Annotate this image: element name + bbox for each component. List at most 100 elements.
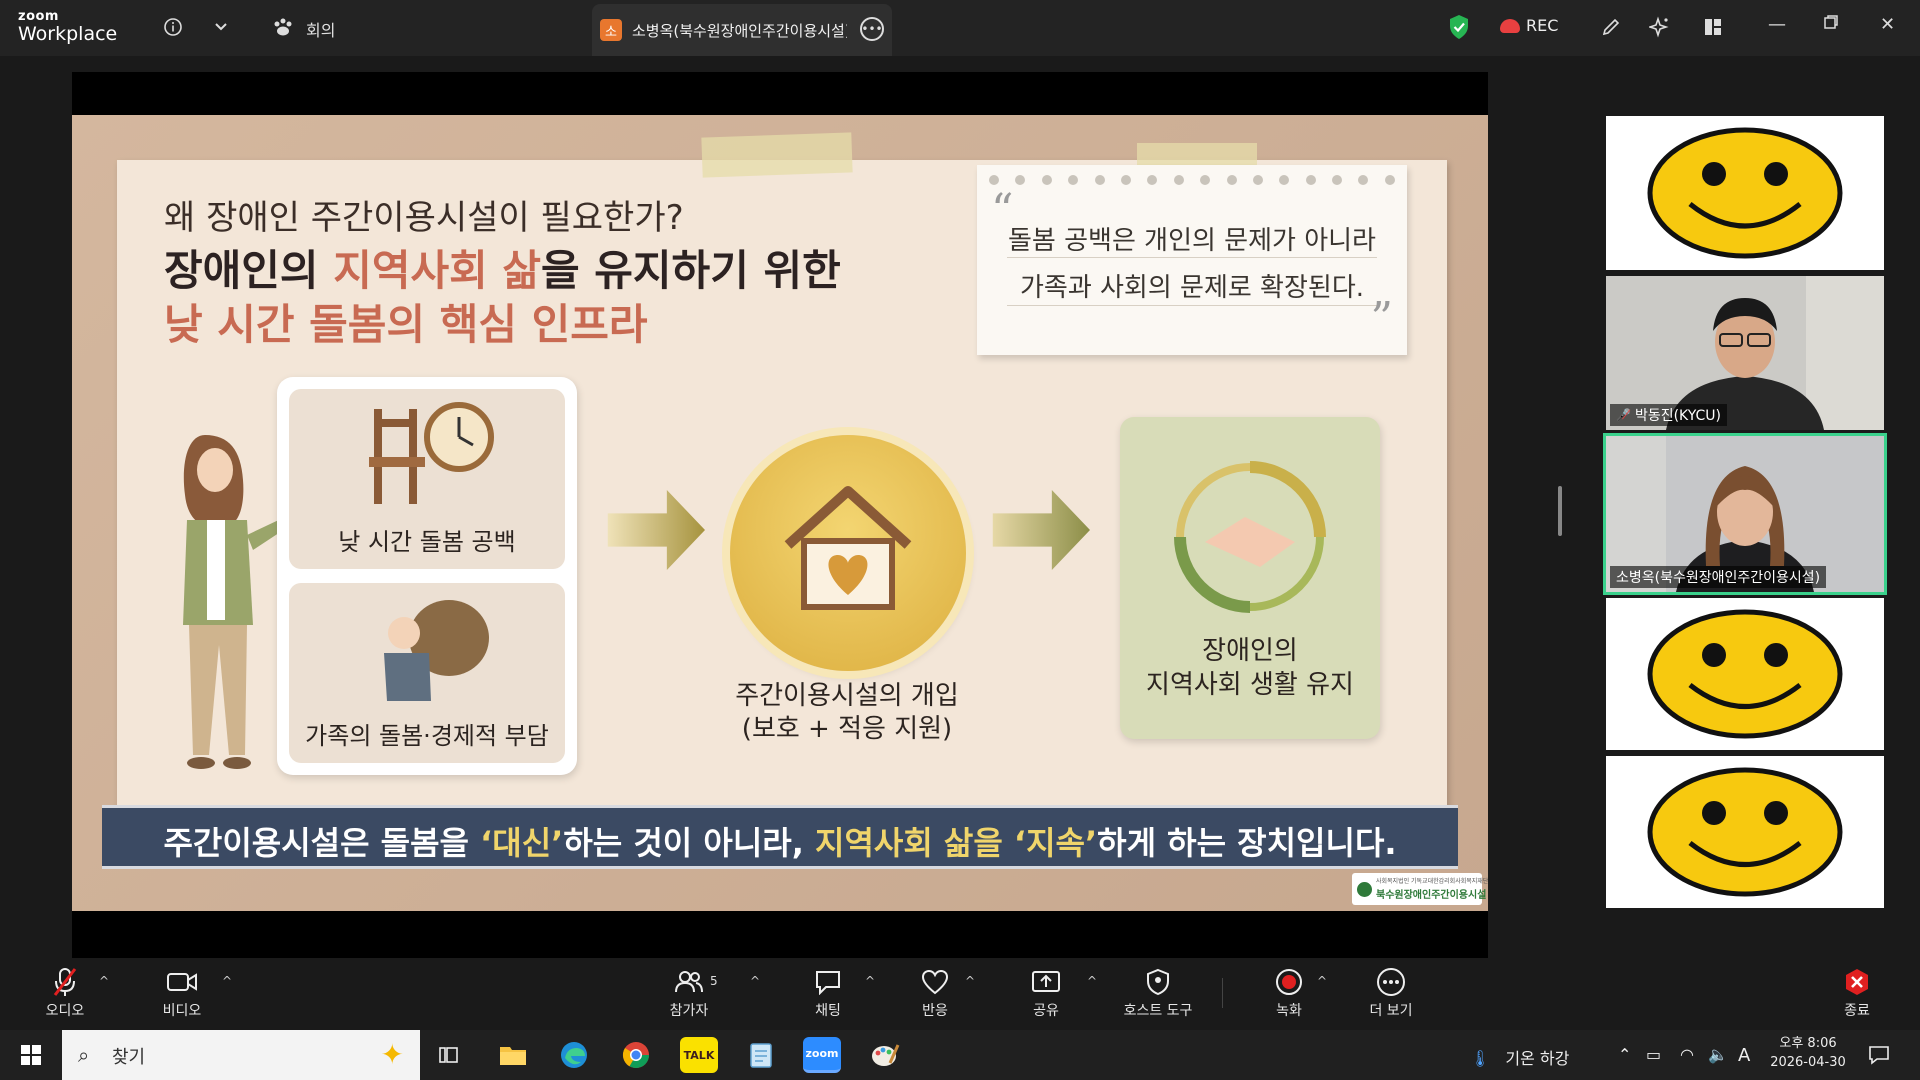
minimize-icon[interactable]: — bbox=[1768, 14, 1786, 35]
banner-part: 주간이용시설은 돌봄을 bbox=[163, 824, 481, 862]
video-button[interactable]: 비디오 bbox=[137, 966, 227, 1020]
share-tab-badge: 소 bbox=[600, 19, 622, 41]
participant-tile[interactable] bbox=[1606, 756, 1884, 908]
more-options-icon[interactable]: ••• bbox=[860, 17, 884, 41]
file-explorer-icon[interactable] bbox=[494, 1037, 532, 1073]
headline-part: 장애인의 bbox=[164, 246, 334, 295]
participant-tile-active-speaker[interactable]: 소병옥(북수원장애인주간이용시설) bbox=[1603, 433, 1887, 595]
quote-rule bbox=[1007, 305, 1377, 306]
share-tab-title: 소병옥(북수원장애인주간이용시설) bbox=[632, 22, 847, 40]
intervention-line-1: 주간이용시설의 개입 bbox=[735, 681, 959, 711]
copilot-sparkle-icon: ✦ bbox=[380, 1038, 404, 1071]
wifi-icon[interactable]: ◠ bbox=[1680, 1045, 1694, 1064]
tray-overflow-chevron-icon[interactable]: ⌃ bbox=[1618, 1045, 1631, 1064]
active-share-tab[interactable]: 소 소병옥(북수원장애인주간이용시설) ••• bbox=[592, 4, 892, 56]
host-shield-icon bbox=[1112, 966, 1204, 998]
taskbar-clock[interactable]: 오후 8:06 2026-04-30 bbox=[1768, 1035, 1848, 1073]
brand-small: zoom bbox=[18, 9, 59, 24]
participant-tile[interactable] bbox=[1606, 598, 1884, 750]
kakaotalk-icon[interactable]: TALK bbox=[680, 1037, 718, 1073]
chat-bubble-icon bbox=[783, 966, 873, 998]
record-options-caret-icon[interactable]: ^ bbox=[1317, 974, 1327, 988]
family-burden-card: 가족의 돌봄·경제적 부담 bbox=[289, 583, 565, 763]
panel-resize-handle[interactable] bbox=[1558, 486, 1562, 536]
slide-headline-2: 낮 시간 돌봄의 핵심 인프라 bbox=[164, 300, 648, 349]
host-tools-button[interactable]: 호스트 도구 bbox=[1112, 966, 1204, 1020]
reactions-options-caret-icon[interactable]: ^ bbox=[965, 974, 975, 988]
organization-emblem bbox=[1357, 882, 1372, 897]
home-heart-icon bbox=[784, 486, 912, 610]
tape-decoration bbox=[701, 132, 853, 178]
more-label: 더 보기 bbox=[1369, 1003, 1413, 1019]
task-view-icon[interactable] bbox=[430, 1037, 468, 1073]
chrome-browser-icon[interactable] bbox=[617, 1037, 655, 1073]
smiley-avatar-icon bbox=[1647, 767, 1843, 897]
zoom-app-icon[interactable]: zoom bbox=[803, 1037, 841, 1073]
audio-options-caret-icon[interactable]: ^ bbox=[99, 974, 109, 988]
layout-view-icon[interactable] bbox=[1700, 14, 1726, 40]
taskbar-search-box[interactable]: ⌕ 찾기 ✦ bbox=[62, 1030, 420, 1080]
banner-part: 하는 것이 아니라, bbox=[563, 824, 816, 862]
chair-clock-icon bbox=[369, 402, 494, 504]
weather-widget[interactable]: 🌡 기온 하강 bbox=[1470, 1045, 1569, 1069]
edge-browser-icon[interactable] bbox=[555, 1037, 593, 1073]
participant-tile[interactable] bbox=[1606, 116, 1884, 270]
end-x-icon bbox=[1812, 966, 1902, 998]
headline-highlight: 지역사회 삶 bbox=[333, 246, 542, 295]
share-label: 공유 bbox=[1033, 1003, 1059, 1019]
chevron-down-icon[interactable] bbox=[208, 14, 234, 40]
participants-options-caret-icon[interactable]: ^ bbox=[750, 974, 760, 988]
family-burden-label: 가족의 돌봄·경제적 부담 bbox=[305, 722, 549, 750]
meeting-paw-icon bbox=[270, 14, 296, 40]
more-dots-icon bbox=[1346, 966, 1436, 998]
care-gap-label: 낮 시간 돌봄 공백 bbox=[338, 528, 516, 556]
quote-line-2: 가족과 사회의 문제로 확장된다. bbox=[1019, 273, 1365, 303]
participant-tile[interactable]: 🎤̸ 박동진(KYCU) bbox=[1606, 276, 1884, 430]
participants-button[interactable]: 참가자 bbox=[644, 966, 734, 1020]
chat-options-caret-icon[interactable]: ^ bbox=[865, 974, 875, 988]
info-icon[interactable] bbox=[160, 14, 186, 40]
participant-name-tag: 소병옥(북수원장애인주간이용시설) bbox=[1610, 566, 1827, 588]
video-options-caret-icon[interactable]: ^ bbox=[222, 974, 232, 988]
audio-button[interactable]: 오디오 bbox=[20, 966, 110, 1020]
chat-label: 채팅 bbox=[815, 1003, 841, 1019]
slide-question: 왜 장애인 주간이용시설이 필요한가? bbox=[164, 198, 684, 238]
brand-big: Workplace bbox=[18, 23, 118, 45]
participants-icon bbox=[644, 966, 734, 998]
notification-icon[interactable] bbox=[1868, 1045, 1890, 1070]
annotate-pen-icon[interactable] bbox=[1598, 14, 1624, 40]
paint-app-icon[interactable] bbox=[866, 1037, 904, 1073]
weather-text: 기온 하강 bbox=[1505, 1049, 1570, 1068]
quote-line-1: 돌봄 공백은 개인의 문제가 아니라 bbox=[1008, 226, 1376, 256]
share-button[interactable]: 공유 bbox=[1001, 966, 1091, 1020]
banner-part: 하게 하는 장치입니다. bbox=[1097, 824, 1397, 862]
banner-highlight: 지역사회 삶을 ‘지속’ bbox=[815, 824, 1098, 862]
participants-label: 참가자 bbox=[669, 1003, 709, 1019]
cloud-recording-indicator[interactable]: REC bbox=[1500, 16, 1558, 35]
close-icon[interactable]: ✕ bbox=[1880, 14, 1895, 35]
battery-icon[interactable]: ▭ bbox=[1646, 1045, 1661, 1064]
zoom-workplace-logo: zoom Workplace bbox=[18, 10, 117, 44]
end-meeting-button[interactable]: 종료 bbox=[1812, 966, 1902, 1020]
notepad-icon[interactable] bbox=[742, 1037, 780, 1073]
participant-name: 소병옥(북수원장애인주간이용시설) bbox=[1616, 570, 1821, 586]
headline-part: 을 유지하기 위한 bbox=[541, 246, 841, 295]
ai-companion-icon[interactable] bbox=[1647, 14, 1673, 40]
care-gap-card: 낮 시간 돌봄 공백 bbox=[289, 389, 565, 569]
restore-icon[interactable] bbox=[1823, 14, 1839, 35]
encryption-shield-icon[interactable] bbox=[1448, 14, 1470, 40]
intervention-line-2: (보호 + 적응 지원) bbox=[741, 713, 953, 744]
muted-microphone-icon bbox=[20, 966, 110, 998]
reactions-label: 반응 bbox=[922, 1003, 948, 1019]
ime-indicator[interactable]: A bbox=[1738, 1045, 1750, 1066]
video-camera-icon bbox=[137, 966, 227, 998]
windows-start-icon[interactable] bbox=[12, 1037, 50, 1073]
volume-icon[interactable]: 🔈 bbox=[1708, 1045, 1728, 1064]
chat-button[interactable]: 채팅 bbox=[783, 966, 873, 1020]
meeting-tab-label[interactable]: 회의 bbox=[306, 17, 335, 41]
share-screen-icon bbox=[1001, 966, 1091, 998]
organization-logo: 사회복지법인 기독교대한감리회사회복지재단 북수원장애인주간이용시설 bbox=[1352, 873, 1488, 905]
more-button[interactable]: 더 보기 bbox=[1346, 966, 1436, 1020]
share-options-caret-icon[interactable]: ^ bbox=[1087, 974, 1097, 988]
participants-count: 5 bbox=[710, 974, 718, 988]
